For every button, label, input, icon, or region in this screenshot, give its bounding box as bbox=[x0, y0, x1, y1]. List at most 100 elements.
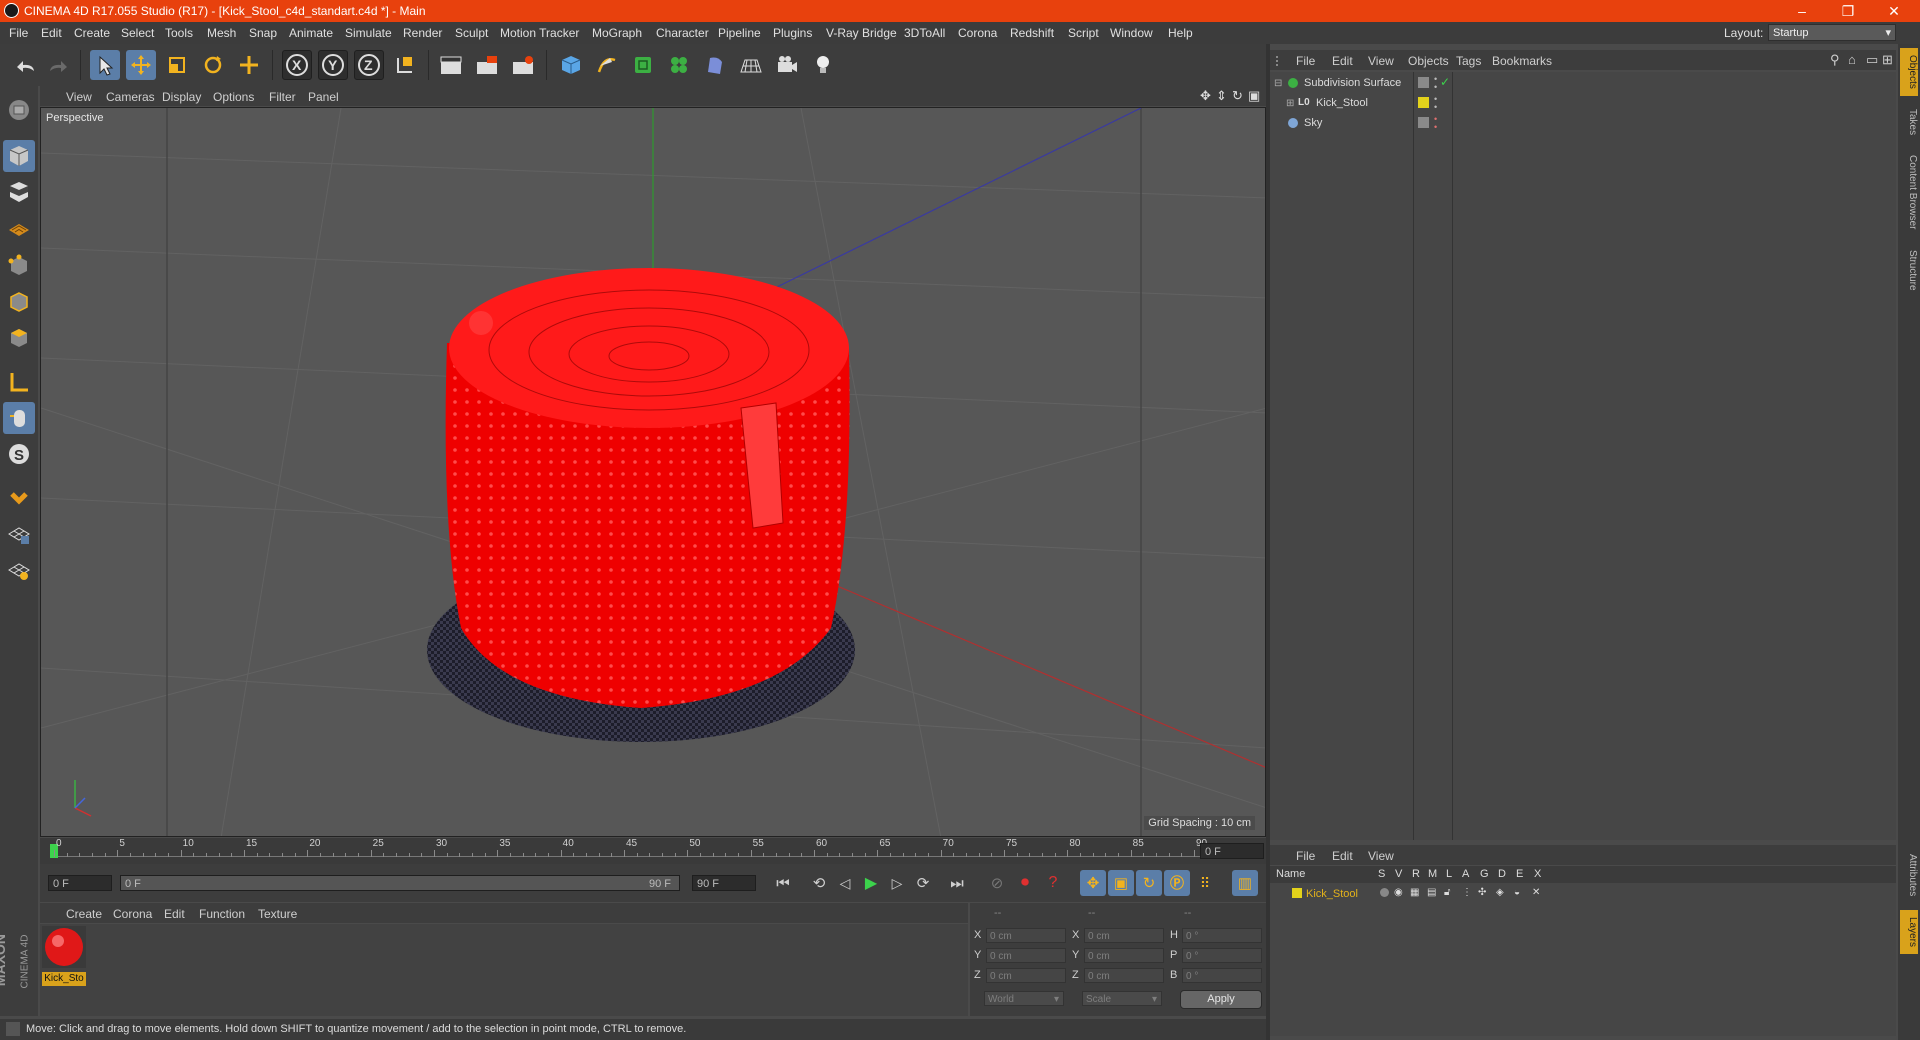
menu-redshift[interactable]: Redshift bbox=[1010, 26, 1054, 40]
objects-menu-bookmarks[interactable]: Bookmarks bbox=[1492, 54, 1552, 68]
material-menu-corona[interactable]: Corona bbox=[113, 907, 152, 921]
axis-mode-button[interactable] bbox=[3, 366, 35, 398]
timeline-window-button[interactable]: ▥ bbox=[1232, 870, 1258, 896]
panel-menu-icon[interactable]: ⊞ bbox=[1882, 52, 1893, 68]
material-menu-create[interactable]: Create bbox=[66, 907, 102, 921]
menu-select[interactable]: Select bbox=[121, 26, 154, 40]
tab-takes[interactable]: Takes bbox=[1900, 104, 1918, 140]
material-menu-texture[interactable]: Texture bbox=[258, 907, 297, 921]
menu-sculpt[interactable]: Sculpt bbox=[455, 26, 488, 40]
menu-window[interactable]: Window bbox=[1110, 26, 1153, 40]
column-manager[interactable]: M bbox=[1428, 868, 1437, 880]
menu-file[interactable]: File bbox=[9, 26, 28, 40]
solo-toggle-icon[interactable] bbox=[1380, 888, 1389, 897]
column-render[interactable]: R bbox=[1412, 868, 1420, 880]
polygons-mode-button[interactable] bbox=[3, 322, 35, 354]
menu-motion-tracker[interactable]: Motion Tracker bbox=[500, 26, 579, 40]
viewport-menu-filter[interactable]: Filter bbox=[269, 90, 296, 104]
menu-corona[interactable]: Corona bbox=[958, 26, 997, 40]
record-active-objects-button[interactable]: ⊘ bbox=[984, 870, 1010, 896]
deformer-icon[interactable]: ◈ bbox=[1496, 887, 1504, 898]
viewport-maximize-icon[interactable]: ▣ bbox=[1248, 88, 1260, 104]
restore-button[interactable]: ❐ bbox=[1826, 1, 1870, 21]
visibility-dots-icon[interactable]: • • bbox=[1434, 75, 1437, 92]
menu-3dtoall[interactable]: 3DToAll bbox=[904, 26, 945, 40]
home-icon[interactable]: ⌂ bbox=[1848, 52, 1856, 67]
add-deformer-button[interactable] bbox=[700, 50, 730, 80]
record-rotation-button[interactable]: ↻ bbox=[1136, 870, 1162, 896]
record-position-button[interactable]: ✥ bbox=[1080, 870, 1106, 896]
tweak-mode-button[interactable] bbox=[3, 402, 35, 434]
go-to-start-button[interactable]: ⏮ bbox=[770, 870, 796, 896]
size-x-field[interactable]: 0 cm bbox=[1084, 928, 1164, 943]
menu-pipeline[interactable]: Pipeline bbox=[718, 26, 761, 40]
timeline-ruler[interactable]: 051015202530354045505560657075808590 0 F bbox=[40, 838, 1266, 864]
preview-range-slider[interactable]: 0 F 90 F bbox=[120, 875, 680, 891]
rot-p-field[interactable]: 0 ° bbox=[1182, 948, 1262, 963]
viewport-menu-display[interactable]: Display bbox=[162, 90, 201, 104]
objects-menu-view[interactable]: View bbox=[1368, 54, 1394, 68]
previous-frame-button[interactable]: ◁ bbox=[832, 870, 858, 896]
recent-tool-button[interactable] bbox=[234, 50, 264, 80]
objects-menu-edit[interactable]: Edit bbox=[1332, 54, 1353, 68]
enable-snap-button[interactable] bbox=[3, 482, 35, 514]
column-animation[interactable]: A bbox=[1462, 868, 1469, 880]
viewport-menu-panel[interactable]: Panel bbox=[308, 90, 339, 104]
snap-button[interactable]: S bbox=[3, 438, 35, 470]
perspective-viewport[interactable]: Perspective Grid Spacing : 10 cm bbox=[40, 107, 1266, 837]
z-axis-lock-button[interactable]: Z bbox=[354, 50, 384, 80]
make-editable-button[interactable] bbox=[3, 94, 35, 126]
material-menu-edit[interactable]: Edit bbox=[164, 907, 185, 921]
y-axis-lock-button[interactable]: Y bbox=[318, 50, 348, 80]
workplane-mode-button[interactable] bbox=[3, 212, 35, 244]
rot-b-field[interactable]: 0 ° bbox=[1182, 968, 1262, 983]
minimize-button[interactable]: – bbox=[1780, 1, 1824, 21]
viewport-move-icon[interactable]: ✥ bbox=[1200, 88, 1211, 104]
viewport-menu-cameras[interactable]: Cameras bbox=[106, 90, 155, 104]
go-to-end-button[interactable]: ⏭ bbox=[944, 870, 970, 896]
xref-icon[interactable]: ✕ bbox=[1532, 887, 1540, 898]
material-swatch[interactable]: Kick_Sto bbox=[42, 926, 86, 986]
viewport-rotate-icon[interactable]: ↻ bbox=[1232, 88, 1243, 104]
layer-color-swatch[interactable] bbox=[1292, 888, 1302, 898]
enabled-check-icon[interactable]: ✓ bbox=[1440, 75, 1450, 89]
column-deformers[interactable]: D bbox=[1498, 868, 1506, 880]
size-z-field[interactable]: 0 cm bbox=[1084, 968, 1164, 983]
lock-icon[interactable]: 🔓︎ bbox=[1444, 887, 1450, 898]
menu-mesh[interactable]: Mesh bbox=[207, 26, 236, 40]
search-icon[interactable]: ⚲ bbox=[1830, 52, 1840, 68]
next-key-button[interactable]: ⟳ bbox=[910, 870, 936, 896]
menu-edit[interactable]: Edit bbox=[41, 26, 62, 40]
record-point-level-button[interactable]: ⠿ bbox=[1192, 870, 1218, 896]
edges-mode-button[interactable] bbox=[3, 286, 35, 318]
objects-menu-file[interactable]: File bbox=[1296, 54, 1315, 68]
expression-icon[interactable]: ◒ bbox=[1514, 887, 1520, 898]
new-window-icon[interactable]: ▭ bbox=[1866, 52, 1878, 68]
coordinate-system-button[interactable] bbox=[390, 50, 420, 80]
menu-snap[interactable]: Snap bbox=[249, 26, 277, 40]
render-picture-viewer-button[interactable] bbox=[472, 50, 502, 80]
add-spline-button[interactable] bbox=[592, 50, 622, 80]
apply-button[interactable]: Apply bbox=[1180, 990, 1262, 1009]
x-axis-lock-button[interactable]: X bbox=[282, 50, 312, 80]
undo-button[interactable] bbox=[10, 50, 40, 80]
manager-icon[interactable]: ▤ bbox=[1427, 887, 1436, 898]
tab-objects[interactable]: Objects bbox=[1900, 48, 1918, 96]
menu-mograph[interactable]: MoGraph bbox=[592, 26, 642, 40]
layer-row[interactable]: Kick_Stool ◉ ▦ ▤ 🔓︎ ⋮ ✣ ◈ ◒ ✕ bbox=[1270, 885, 1896, 904]
close-button[interactable]: ✕ bbox=[1872, 1, 1916, 21]
record-parameter-button[interactable]: Ⓟ bbox=[1164, 870, 1190, 896]
menu-character[interactable]: Character bbox=[656, 26, 709, 40]
scale-tool-button[interactable] bbox=[162, 50, 192, 80]
tab-attributes[interactable]: Attributes bbox=[1900, 844, 1918, 906]
record-scale-button[interactable]: ▣ bbox=[1108, 870, 1134, 896]
menu-script[interactable]: Script bbox=[1068, 26, 1099, 40]
column-view[interactable]: V bbox=[1395, 868, 1402, 880]
next-frame-button[interactable]: ▷ bbox=[884, 870, 910, 896]
previous-key-button[interactable]: ⟲ bbox=[806, 870, 832, 896]
locked-workplane-button[interactable] bbox=[3, 518, 35, 550]
layout-select[interactable]: Startup ▾ bbox=[1768, 24, 1896, 41]
pos-x-field[interactable]: 0 cm bbox=[986, 928, 1066, 943]
render-view-button[interactable] bbox=[436, 50, 466, 80]
add-scene-button[interactable] bbox=[736, 50, 766, 80]
